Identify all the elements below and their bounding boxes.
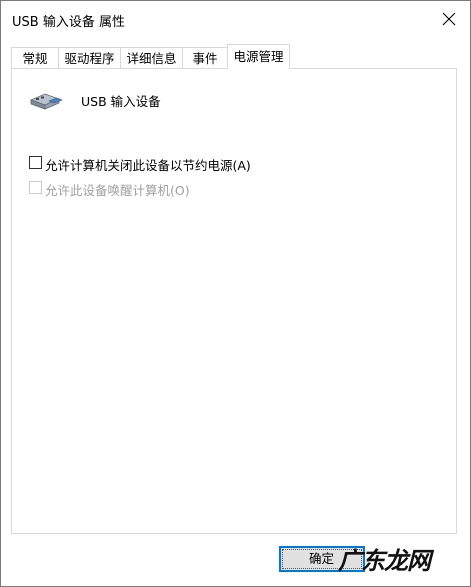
tab-label: 事件 xyxy=(192,51,218,66)
tab-label: 电源管理 xyxy=(233,49,284,64)
tab-label: 详细信息 xyxy=(126,51,177,66)
tab-details[interactable]: 详细信息 xyxy=(120,47,183,68)
tab-label: 驱动程序 xyxy=(64,51,115,66)
device-name: USB 输入设备 xyxy=(81,94,161,109)
title-bar[interactable]: USB 输入设备 属性 xyxy=(1,1,470,37)
allow-power-off-label[interactable]: 允许计算机关闭此设备以节约电源(A) xyxy=(45,155,251,174)
close-icon xyxy=(442,12,456,26)
close-button[interactable] xyxy=(434,5,464,33)
tab-driver[interactable]: 驱动程序 xyxy=(58,47,121,68)
tab-events[interactable]: 事件 xyxy=(182,47,228,68)
watermark-logo: 广东龙网 xyxy=(338,547,431,575)
allow-wake-checkbox xyxy=(29,181,42,194)
usb-connector-icon xyxy=(29,92,63,112)
power-management-panel: USB 输入设备 允许计算机关闭此设备以节约电源(A) 允许此设备唤醒计算机(O… xyxy=(11,68,457,534)
tab-label: 常规 xyxy=(22,51,48,66)
allow-power-off-checkbox[interactable] xyxy=(29,156,42,169)
tab-power-management[interactable]: 电源管理 xyxy=(227,44,290,69)
tab-general[interactable]: 常规 xyxy=(11,47,59,68)
properties-dialog: USB 输入设备 属性 常规 驱动程序 详细信息 事件 电源管理 USB 输入设… xyxy=(0,0,471,587)
allow-wake-label: 允许此设备唤醒计算机(O) xyxy=(45,183,190,198)
window-title: USB 输入设备 属性 xyxy=(12,15,125,30)
